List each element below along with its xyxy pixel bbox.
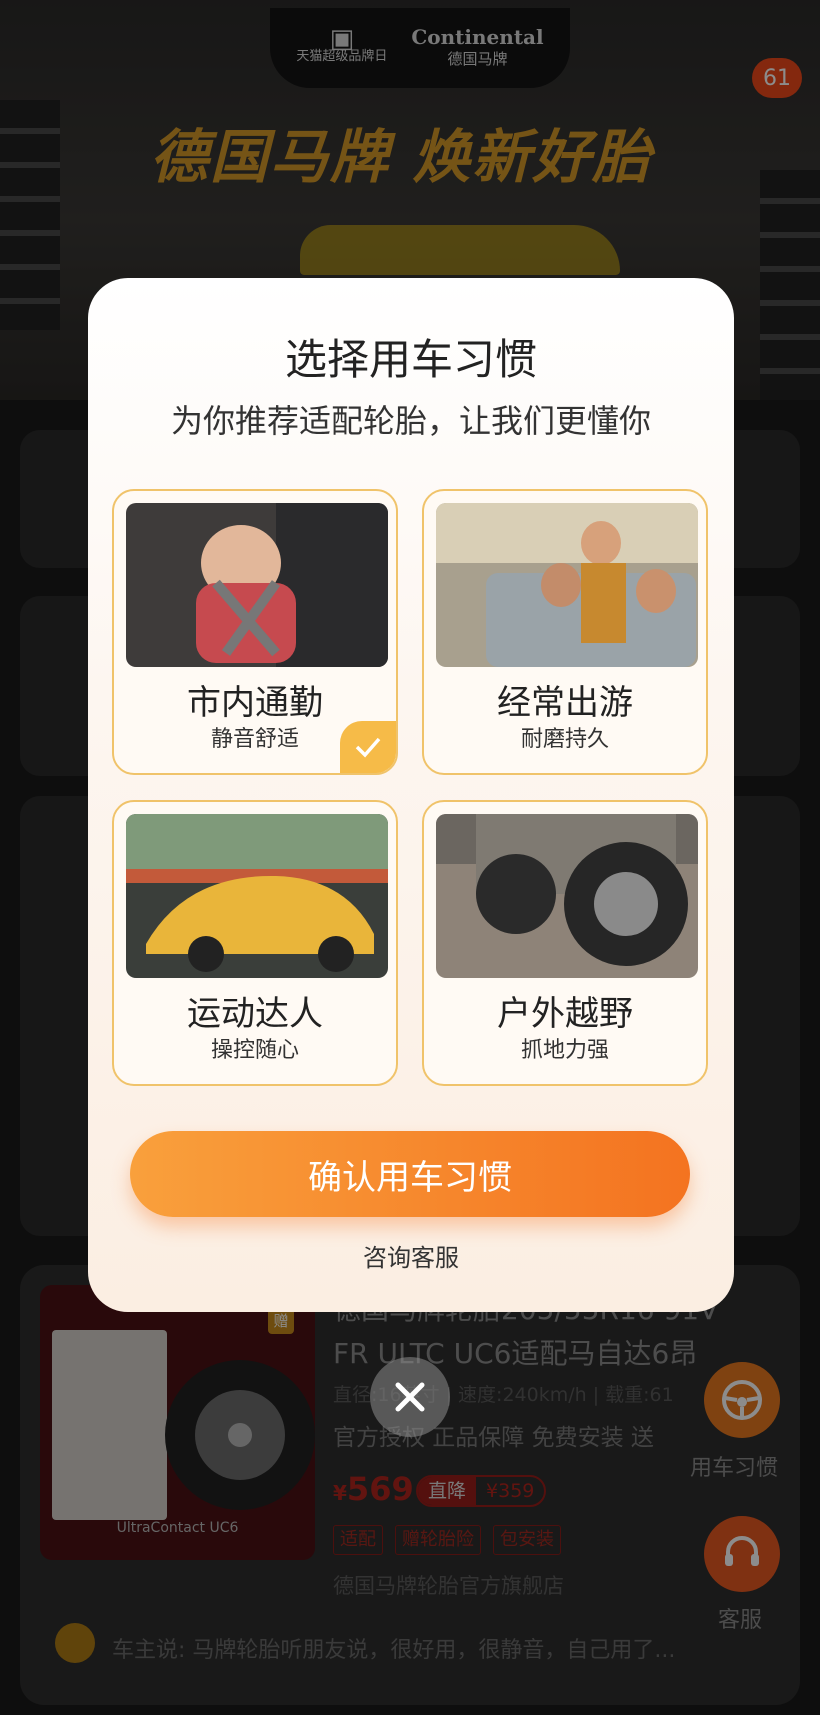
modal-subtitle: 为你推荐适配轮胎，让我们更懂你 [170, 402, 651, 440]
option-subtitle: 抓地力强 [520, 1038, 609, 1063]
selected-check-icon [340, 721, 396, 773]
confirm-habit-button[interactable]: 确认用车习惯 [130, 1131, 690, 1217]
option-offroad[interactable]: 户外越野 抓地力强 [422, 800, 708, 1086]
option-title: 经常出游 [497, 683, 633, 723]
option-title: 运动达人 [187, 994, 323, 1034]
option-title: 市内通勤 [187, 683, 323, 723]
consult-service-link[interactable]: 咨询客服 [88, 1238, 734, 1273]
commute-image [126, 503, 388, 667]
option-sport[interactable]: 运动达人 操控随心 [112, 800, 398, 1086]
option-subtitle: 耐磨持久 [520, 727, 609, 752]
option-frequent-travel[interactable]: 经常出游 耐磨持久 [422, 489, 708, 775]
option-subtitle: 操控随心 [210, 1038, 299, 1063]
option-city-commute[interactable]: 市内通勤 静音舒适 [112, 489, 398, 775]
modal-title: 选择用车习惯 [284, 335, 537, 384]
offroad-image [436, 814, 698, 978]
close-modal-button[interactable] [370, 1357, 450, 1437]
car-habit-modal: 选择用车习惯 为你推荐适配轮胎，让我们更懂你 市内通勤 静音舒适 经常出游 耐磨… [88, 278, 734, 1312]
close-icon [395, 1382, 425, 1412]
travel-image [436, 503, 698, 667]
option-title: 户外越野 [497, 994, 633, 1034]
sport-image [126, 814, 388, 978]
